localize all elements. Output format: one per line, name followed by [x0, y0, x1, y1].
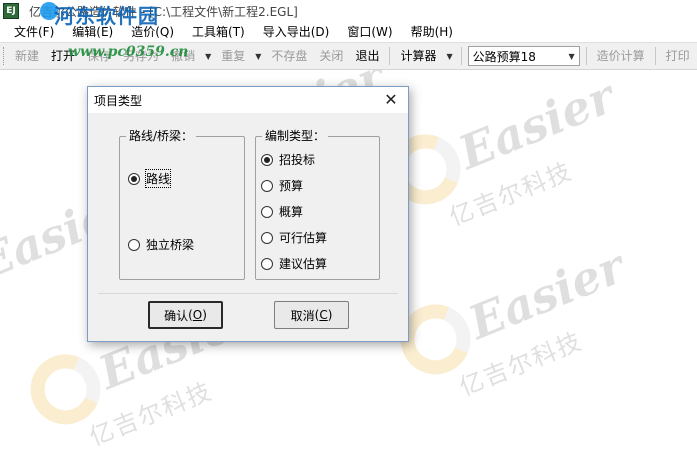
radio-unchecked-icon[interactable] — [128, 238, 140, 251]
window-titlebar: EJ 亿吉尔公路造价软件 - [C:\工程文件\新工程2.EGL] — [0, 0, 697, 22]
radio-proposal-estimate[interactable]: 建议估算 — [261, 255, 327, 272]
menu-help[interactable]: 帮助(H) — [402, 22, 462, 42]
radio-route[interactable]: 路线 — [128, 169, 172, 188]
menu-toolbox[interactable]: 工具箱(T) — [183, 22, 254, 42]
dialog-title: 项目类型 — [94, 93, 143, 108]
route-bridge-group-label: 路线/桥梁： — [126, 128, 197, 144]
radio-proposal-estimate-label: 建议估算 — [279, 257, 328, 271]
cancel-button-accelerator: C — [319, 308, 328, 322]
save-button[interactable]: 保存 — [81, 43, 117, 69]
cost-calc-button[interactable]: 造价计算 — [591, 43, 651, 69]
radio-route-label: 路线 — [144, 169, 172, 188]
radio-unchecked-icon[interactable] — [261, 205, 273, 218]
undo-button[interactable]: 撤销 — [165, 43, 201, 69]
watermark: Easier 亿吉尔科技 — [390, 232, 648, 418]
budget-type-value: 公路预算18 — [472, 49, 536, 64]
radio-feasibility-estimate[interactable]: 可行估算 — [261, 229, 327, 246]
radio-unchecked-icon[interactable] — [261, 257, 273, 270]
calculator-button[interactable]: 计算器 — [394, 43, 442, 69]
print-button[interactable]: 打印 — [660, 43, 696, 69]
ok-button-label: 确认 — [164, 308, 189, 323]
radio-estimate[interactable]: 概算 — [261, 203, 303, 220]
project-type-dialog: 项目类型 ✕ 路线/桥梁： 路线 独立桥梁 编制类型： 招投标 预算 概算 可行… — [87, 86, 409, 342]
toolbar-separator — [460, 47, 462, 65]
radio-unchecked-icon[interactable] — [261, 231, 273, 244]
no-save-button[interactable]: 不存盘 — [265, 43, 313, 69]
menu-file[interactable]: 文件(F) — [0, 22, 63, 42]
new-button[interactable]: 新建 — [9, 43, 45, 69]
radio-unchecked-icon[interactable] — [261, 179, 273, 192]
window-title: 亿吉尔公路造价软件 - [C:\工程文件\新工程2.EGL] — [29, 4, 298, 19]
menu-cost[interactable]: 造价(Q) — [122, 22, 183, 42]
radio-independent-bridge[interactable]: 独立桥梁 — [128, 236, 194, 253]
compile-type-group-label: 编制类型： — [262, 128, 329, 144]
chevron-down-icon[interactable]: ▼ — [568, 52, 574, 61]
app-icon: EJ — [3, 3, 19, 19]
radio-checked-icon[interactable] — [128, 172, 140, 185]
menu-bar: 文件(F) 编辑(E) 造价(Q) 工具箱(T) 导入导出(D) 窗口(W) 帮… — [0, 22, 697, 42]
radio-bidding[interactable]: 招投标 — [261, 151, 315, 168]
radio-budget[interactable]: 预算 — [261, 177, 303, 194]
cancel-button[interactable]: 取消(C) — [274, 301, 349, 329]
toolbar-grip[interactable] — [3, 47, 6, 65]
ok-button[interactable]: 确认(O) — [148, 301, 223, 329]
main-toolbar: 新建 打开 保存 另存为 撤销 ▼ 重复 ▼ 不存盘 关闭 退出 计算器 ▼ 公… — [0, 42, 697, 70]
radio-estimate-label: 概算 — [279, 205, 304, 219]
radio-budget-label: 预算 — [279, 179, 304, 193]
menu-import-export[interactable]: 导入导出(D) — [254, 22, 339, 42]
exit-button[interactable]: 退出 — [349, 43, 385, 69]
menu-edit[interactable]: 编辑(E) — [63, 22, 122, 42]
toolbar-separator — [389, 47, 391, 65]
route-bridge-group: 路线/桥梁： — [119, 128, 245, 280]
redo-dropdown-icon[interactable]: ▼ — [251, 52, 265, 61]
toolbar-separator — [585, 47, 587, 65]
menu-window[interactable]: 窗口(W) — [338, 22, 401, 42]
open-button[interactable]: 打开 — [45, 43, 81, 69]
radio-feasibility-estimate-label: 可行估算 — [279, 231, 328, 245]
radio-independent-bridge-label: 独立桥梁 — [146, 238, 195, 252]
dialog-divider — [98, 293, 398, 294]
toolbar-separator — [654, 47, 656, 65]
cancel-button-label: 取消 — [290, 308, 315, 323]
radio-bidding-label: 招投标 — [279, 153, 316, 167]
ok-button-accelerator: O — [192, 308, 203, 322]
budget-type-select[interactable]: 公路预算18 ▼ — [467, 46, 580, 66]
save-as-button[interactable]: 另存为 — [117, 43, 165, 69]
close-button[interactable]: 关闭 — [313, 43, 349, 69]
close-icon[interactable]: ✕ — [380, 90, 402, 110]
watermark: Easier 亿吉尔科技 — [380, 70, 638, 247]
calculator-dropdown-icon[interactable]: ▼ — [442, 52, 456, 61]
redo-button[interactable]: 重复 — [215, 43, 251, 69]
dialog-titlebar[interactable]: 项目类型 ✕ — [88, 87, 408, 113]
undo-dropdown-icon[interactable]: ▼ — [201, 52, 215, 61]
radio-checked-icon[interactable] — [261, 153, 273, 166]
